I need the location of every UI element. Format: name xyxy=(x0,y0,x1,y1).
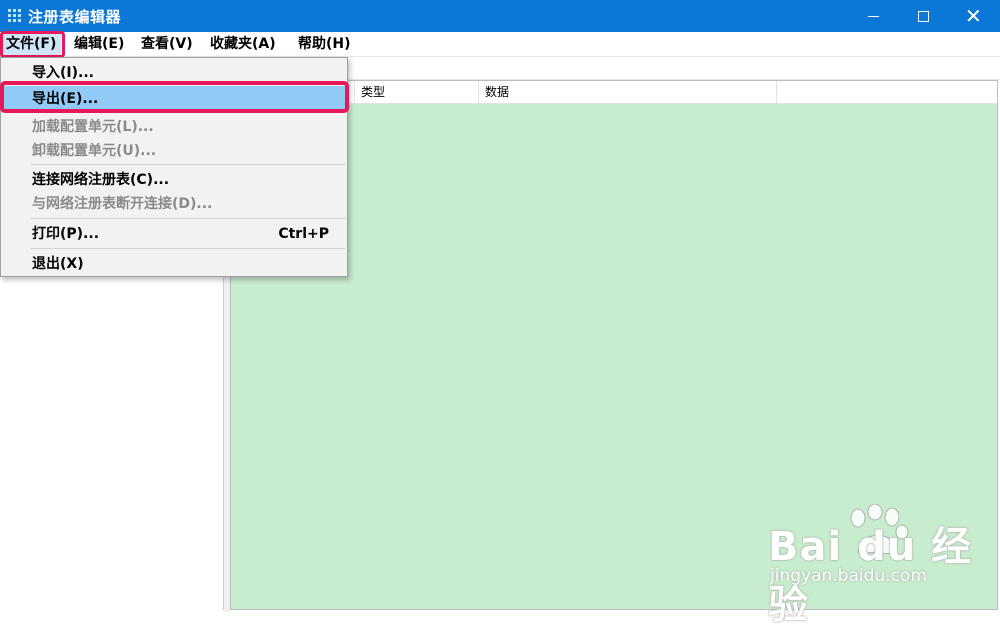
menu-view[interactable]: 查看(V) xyxy=(136,32,198,56)
menu-item-label: 连接网络注册表(C)... xyxy=(32,172,170,188)
column-header-empty xyxy=(777,81,997,103)
regedit-window: 注册表编辑器 ✕ 文件(F) 编辑(E) 查看(V) 收藏夹(A) 帮助(H) … xyxy=(0,0,1000,628)
file-menu-highlight-box xyxy=(0,31,65,58)
close-button[interactable]: ✕ xyxy=(950,0,996,32)
minimize-button[interactable] xyxy=(850,0,896,32)
menu-separator xyxy=(31,248,345,249)
regedit-app-icon xyxy=(8,9,22,23)
menu-item-print[interactable]: 打印(P)... Ctrl+P xyxy=(1,221,347,247)
baidu-watermark: Bai du 经验 jingyan.baidu.com xyxy=(760,500,1000,628)
menu-edit[interactable]: 编辑(E) xyxy=(69,32,129,56)
title-bar[interactable]: 注册表编辑器 ✕ xyxy=(0,0,1000,32)
menu-item-unload-hive[interactable]: 卸载配置单元(U)... xyxy=(1,138,347,164)
menu-item-label: 卸载配置单元(U)... xyxy=(32,143,157,159)
menu-separator xyxy=(31,218,345,219)
menu-item-load-hive[interactable]: 加载配置单元(L)... xyxy=(1,114,347,140)
menu-item-label: 退出(X) xyxy=(32,256,84,272)
column-header-data[interactable]: 数据 xyxy=(479,81,777,103)
column-header-type[interactable]: 类型 xyxy=(355,81,479,103)
watermark-url: jingyan.baidu.com xyxy=(770,566,927,586)
menu-item-disconnect-network-registry[interactable]: 与网络注册表断开连接(D)... xyxy=(1,191,347,217)
menu-separator xyxy=(31,164,345,165)
menu-item-label: 与网络注册表断开连接(D)... xyxy=(32,196,213,212)
menu-item-label: 加载配置单元(L)... xyxy=(32,119,154,135)
menu-item-connect-network-registry[interactable]: 连接网络注册表(C)... xyxy=(1,167,347,193)
menu-favorites[interactable]: 收藏夹(A) xyxy=(205,32,281,56)
menu-bar: 文件(F) 编辑(E) 查看(V) 收藏夹(A) 帮助(H) xyxy=(0,32,1000,57)
menu-item-label: 打印(P)... xyxy=(32,226,100,242)
close-icon: ✕ xyxy=(965,4,982,28)
maximize-button[interactable] xyxy=(900,0,946,32)
window-title: 注册表编辑器 xyxy=(28,8,122,26)
menu-item-exit[interactable]: 退出(X) xyxy=(1,251,347,277)
menu-item-shortcut: Ctrl+P xyxy=(278,226,329,242)
minimize-icon xyxy=(868,16,879,17)
maximize-icon xyxy=(918,11,929,22)
export-highlight-box xyxy=(0,81,349,113)
menu-help[interactable]: 帮助(H) xyxy=(293,32,356,56)
